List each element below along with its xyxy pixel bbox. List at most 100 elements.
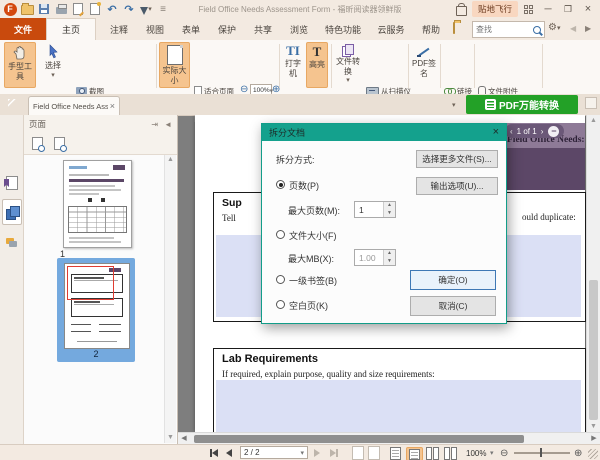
zoom-slider-track[interactable] [514, 452, 570, 454]
cancel-button[interactable]: 取消(C) [410, 296, 496, 316]
tab-file[interactable]: 文件 [0, 18, 46, 40]
find-previous-icon[interactable]: ◀ [570, 24, 576, 33]
scroll-down-icon[interactable]: ▼ [587, 421, 600, 432]
nav-minimize-icon[interactable]: − [548, 126, 559, 137]
page-box-caret[interactable]: ▾ [300, 449, 304, 457]
tab-help[interactable]: 帮助 [416, 18, 446, 40]
actual-size-button[interactable]: 实际大小 [159, 42, 190, 88]
minimize-button[interactable]: ─ [538, 2, 558, 16]
hand-tool-button[interactable]: 手型工具 [4, 42, 36, 88]
float-panel-icon[interactable]: ⇥ [151, 120, 158, 129]
tab-list-caret[interactable]: ▾ [452, 101, 456, 109]
floating-page-nav: ‹ 1 of 1 › − [505, 124, 564, 138]
previous-page-button[interactable] [226, 447, 232, 459]
promo-button[interactable]: 贴地飞行 [472, 1, 518, 17]
page-thumbnail-2[interactable] [64, 263, 130, 349]
zoom-percent[interactable]: 100% [466, 447, 486, 459]
tab-share[interactable]: 共享 [248, 18, 278, 40]
vertical-scroll-thumb[interactable] [589, 280, 598, 420]
last-page-button[interactable] [330, 447, 338, 459]
restore-button[interactable]: ❐ [558, 2, 578, 16]
continuous-facing-view-button[interactable] [444, 447, 457, 459]
pages-panel-button[interactable] [2, 199, 22, 225]
panel-scroll-up-icon[interactable]: ▲ [165, 155, 176, 165]
by-pages-radio[interactable] [276, 180, 285, 189]
dialog-close-icon[interactable]: × [493, 127, 499, 138]
tab-browse[interactable]: 浏览 [284, 18, 314, 40]
max-pages-spinner[interactable]: 1 ▲▼ [354, 201, 396, 218]
nav-previous-icon[interactable]: ‹ [510, 127, 513, 136]
enlarge-thumbnails-icon[interactable] [28, 136, 46, 152]
select-more-files-button[interactable]: 选择更多文件(S)... [416, 150, 498, 168]
tab-features[interactable]: 特色功能 [320, 18, 366, 40]
spin-up-icon[interactable]: ▲ [384, 250, 395, 258]
spin-up-icon[interactable]: ▲ [384, 202, 395, 210]
output-options-button[interactable]: 输出选项(U)... [416, 177, 498, 195]
reduce-thumbnails-icon[interactable] [50, 136, 68, 152]
page-number-box[interactable]: 2 / 2 ▾ [240, 446, 308, 459]
spin-down-icon[interactable]: ▼ [384, 258, 395, 266]
file-convert-button[interactable]: 文件转换 ▾ [334, 42, 362, 88]
tab-cloud[interactable]: 云服务 [372, 18, 410, 40]
tab-form[interactable]: 表单 [176, 18, 206, 40]
resize-grip[interactable] [588, 449, 598, 459]
layout-switch-icon[interactable] [518, 2, 538, 16]
nav-next-icon[interactable]: › [541, 127, 544, 136]
first-page-button[interactable] [210, 447, 218, 459]
tab-protect[interactable]: 保护 [212, 18, 242, 40]
search-icon[interactable] [533, 26, 541, 34]
collapse-panel-icon[interactable]: ◄ [164, 120, 172, 129]
document-tab-close-icon[interactable]: × [110, 101, 115, 111]
tab-home[interactable]: 主页 [46, 18, 96, 40]
vertical-scrollbar[interactable]: ▲ ▼ [586, 115, 600, 432]
scroll-left-icon[interactable]: ◀ [178, 433, 190, 444]
scroll-up-icon[interactable]: ▲ [587, 115, 600, 126]
zoom-in-icon[interactable]: ⊕ [574, 447, 582, 459]
find-settings-gear-icon[interactable]: ⚙▾ [548, 22, 560, 33]
by-blank-radio[interactable] [276, 300, 285, 309]
section2-form-field[interactable] [216, 380, 581, 432]
corner-button[interactable] [585, 97, 597, 109]
continuous-view-button[interactable] [406, 447, 423, 460]
typewriter-button[interactable]: TI 打字机 [282, 42, 304, 88]
next-page-button[interactable] [314, 447, 320, 459]
previous-view-button[interactable] [352, 447, 364, 459]
by-bookmarks-radio[interactable] [276, 275, 285, 284]
file-convert-caret[interactable]: ▾ [346, 76, 350, 84]
by-filesize-radio[interactable] [276, 230, 285, 239]
facing-view-button[interactable] [426, 447, 439, 459]
panel-scrollbar[interactable]: ▲ ▼ [164, 155, 176, 443]
ribbon: 手型工具 选择 ▾ 截图 剪贴板 ▾ 工具 实际大小 适合页面 适合宽 [0, 40, 600, 95]
ok-button[interactable]: 确定(O) [410, 270, 496, 290]
next-view-button[interactable] [368, 447, 380, 459]
promo-bag-icon[interactable] [455, 3, 469, 16]
zoom-out-icon[interactable]: ⊖ [500, 447, 508, 459]
spin-down-icon[interactable]: ▼ [384, 210, 395, 218]
horizontal-scrollbar[interactable]: ◀ ▶ [178, 432, 600, 444]
single-page-view-button[interactable] [390, 447, 401, 459]
highlight-icon: T [313, 45, 322, 59]
page-thumbnail-2-selection[interactable]: 2 [57, 258, 135, 362]
search-folder-icon[interactable] [453, 23, 455, 33]
pdf-convert-button[interactable]: PDF万能转换 [466, 95, 578, 114]
select-tool-button[interactable]: 选择 ▾ [38, 42, 68, 88]
scroll-right-icon[interactable]: ▶ [588, 433, 600, 444]
tab-view[interactable]: 视图 [140, 18, 170, 40]
zoom-slider-thumb[interactable] [540, 448, 542, 457]
zoom-percent-caret[interactable]: ▾ [490, 447, 494, 459]
document-tab[interactable]: Field Office Needs Asse... × [28, 96, 120, 115]
panel-scroll-down-icon[interactable]: ▼ [165, 433, 176, 443]
horizontal-scroll-thumb[interactable] [194, 435, 524, 443]
bookmarks-panel-button[interactable] [2, 170, 22, 196]
pdf-sign-button[interactable]: PDF签名 [411, 42, 437, 88]
find-input[interactable] [473, 25, 533, 34]
close-button[interactable]: × [578, 2, 598, 16]
highlight-button[interactable]: T 高亮 [306, 42, 328, 88]
tab-comment[interactable]: 注释 [104, 18, 134, 40]
max-mb-spinner[interactable]: 1.00 ▲▼ [354, 249, 396, 266]
page-thumbnail-1[interactable] [63, 160, 132, 248]
highlight-label: 高亮 [308, 60, 326, 70]
find-next-icon[interactable]: ▶ [585, 24, 591, 33]
pdf-convert-icon [485, 99, 496, 110]
select-dropdown-caret[interactable]: ▾ [51, 71, 55, 79]
